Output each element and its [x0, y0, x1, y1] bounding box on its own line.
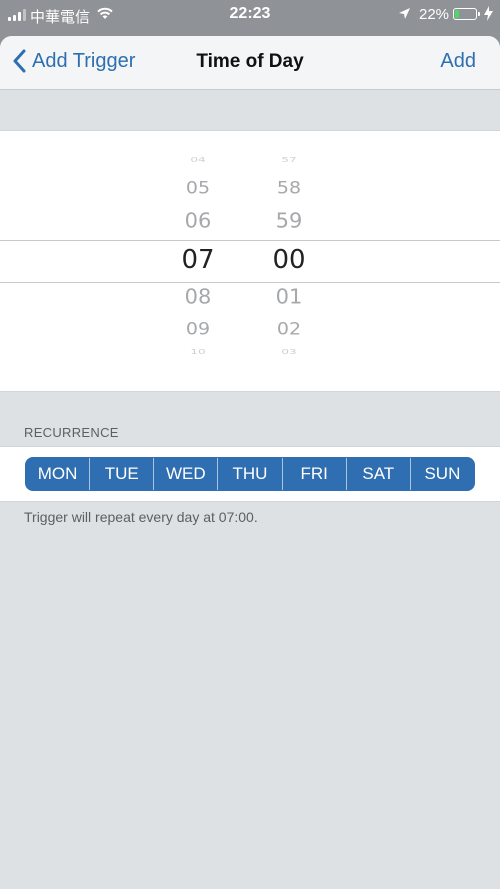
day-toggle-mon[interactable]: MON: [26, 458, 91, 490]
minute-option[interactable]: 02: [249, 319, 329, 338]
battery-icon: [453, 8, 480, 20]
page-title: Time of Day: [196, 51, 304, 72]
minute-option[interactable]: 03: [249, 348, 329, 356]
hour-option[interactable]: 06: [158, 209, 238, 232]
minute-option[interactable]: 58: [249, 178, 329, 197]
day-toggle-thu[interactable]: THU: [218, 458, 283, 490]
day-toggle-wed[interactable]: WED: [154, 458, 219, 490]
hour-selected[interactable]: 07: [158, 245, 238, 275]
hour-option[interactable]: 09: [158, 319, 238, 338]
minute-option[interactable]: 59: [249, 209, 329, 232]
day-toggle-sun[interactable]: SUN: [411, 458, 474, 490]
recurrence-summary: Trigger will repeat every day at 07:00.: [24, 509, 258, 525]
minute-selected[interactable]: 00: [249, 245, 329, 275]
battery-percent: 22%: [419, 6, 450, 23]
minute-option[interactable]: 57: [249, 156, 329, 164]
hour-option[interactable]: 10: [158, 348, 238, 356]
location-arrow-icon: [398, 7, 411, 24]
hour-option[interactable]: 08: [158, 285, 238, 308]
add-button[interactable]: Add: [440, 50, 476, 73]
status-bar: 中華電信 22:23 22%: [0, 0, 500, 34]
hour-wheel[interactable]: 04 05 06 07 08 09 10: [158, 131, 238, 391]
day-toggle-sat[interactable]: SAT: [347, 458, 411, 490]
day-toggle-fri[interactable]: FRI: [283, 458, 347, 490]
hour-option[interactable]: 04: [158, 156, 238, 164]
charging-bolt-icon: [484, 6, 493, 25]
day-segmented-control: MON TUE WED THU FRI SAT SUN: [25, 457, 475, 491]
day-toggle-tue[interactable]: TUE: [90, 458, 155, 490]
trigger-sheet: Add Trigger Time of Day Add 04 05 06 07 08 09…: [0, 36, 500, 889]
time-picker: 04 05 06 07 08 09 10 57 58 59 00 01 02 03: [0, 130, 500, 392]
recurrence-row: MON TUE WED THU FRI SAT SUN: [0, 446, 500, 502]
recurrence-section-label: RECURRENCE: [24, 425, 119, 440]
hour-option[interactable]: 05: [158, 178, 238, 197]
navigation-bar: Add Trigger Time of Day Add: [0, 36, 500, 90]
minute-wheel[interactable]: 57 58 59 00 01 02 03: [249, 131, 329, 391]
minute-option[interactable]: 01: [249, 285, 329, 308]
